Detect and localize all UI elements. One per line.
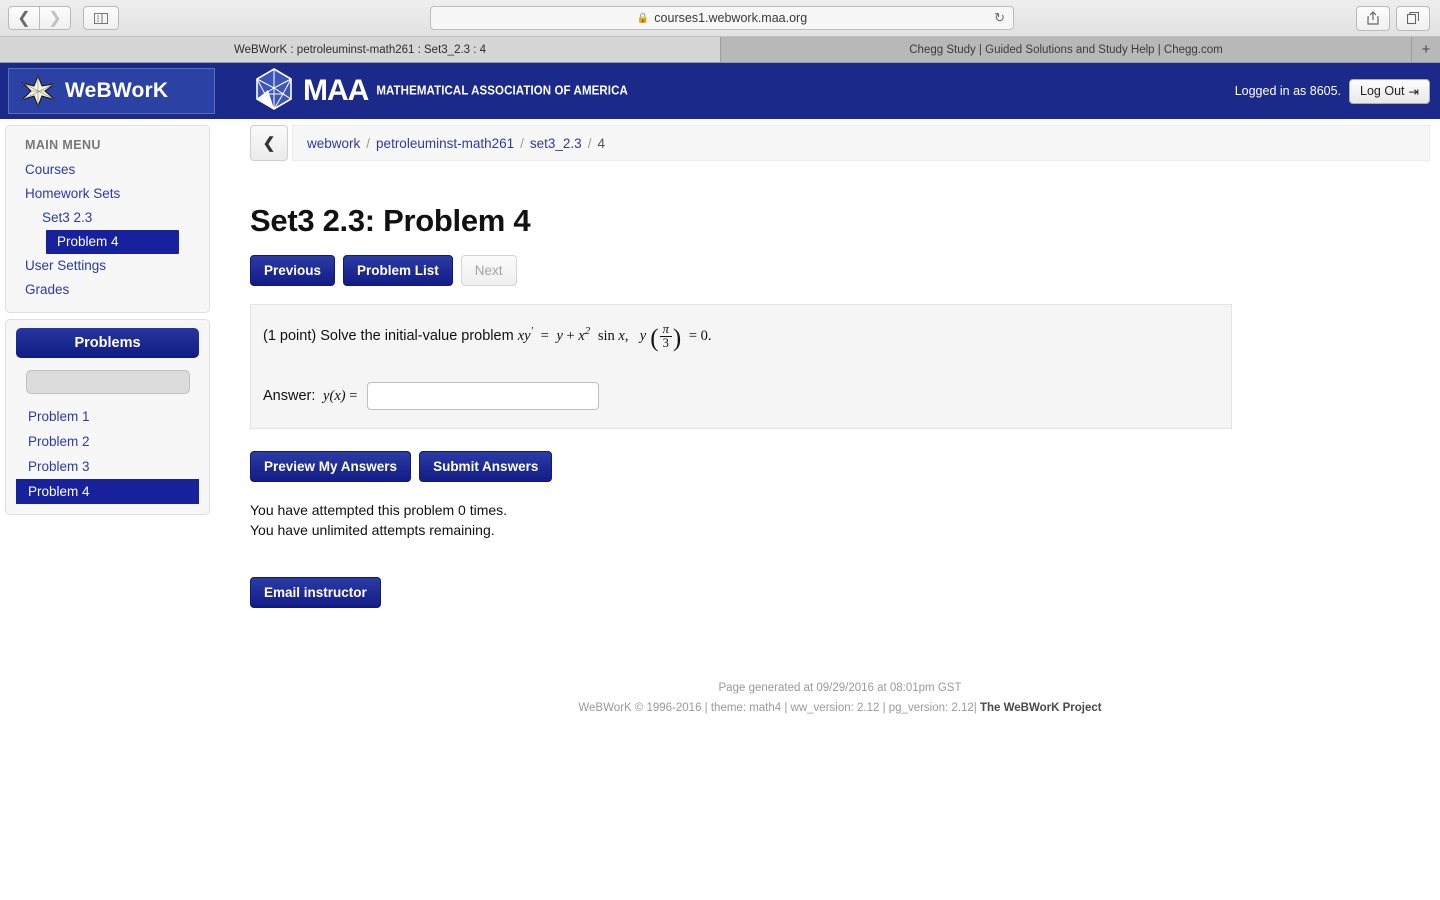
logout-arrow-icon: ⇥ xyxy=(1408,84,1419,99)
browser-tab-inactive[interactable]: Chegg Study | Guided Solutions and Study… xyxy=(721,37,1412,62)
webwork-star-icon xyxy=(19,74,57,108)
answer-label: Answer: y(x) = xyxy=(263,387,358,404)
problem-points: (1 point) xyxy=(263,328,317,344)
previous-button[interactable]: Previous xyxy=(250,255,336,286)
sidebar-item-problem-4[interactable]: Problem 4 xyxy=(46,230,179,254)
problem-statement: (1 point) Solve the initial-value proble… xyxy=(263,321,1231,356)
problem-list-button[interactable]: Problem List xyxy=(343,255,453,286)
new-tab-button[interactable]: + xyxy=(1412,37,1440,62)
problems-panel: Problems Problem 1 Problem 2 Problem 3 P… xyxy=(5,319,210,515)
problem-link-3[interactable]: Problem 3 xyxy=(6,454,209,479)
browser-tab-active[interactable]: WeBWorK : petroleuminst-math261 : Set3_2… xyxy=(0,37,721,62)
breadcrumb-item-problem: 4 xyxy=(597,135,605,151)
browser-toolbar: ❮ ❯ 🔒 courses1.webwork.maa.org ↻ xyxy=(0,0,1440,37)
breadcrumb-row: ❮ webwork / petroleuminst-math261 / set3… xyxy=(250,125,1430,161)
preview-answers-button[interactable]: Preview My Answers xyxy=(250,451,412,482)
submit-answers-button[interactable]: Submit Answers xyxy=(419,451,553,482)
problem-link-4[interactable]: Problem 4 xyxy=(16,479,199,504)
footer-project-link[interactable]: The WeBWorK Project xyxy=(980,702,1102,714)
answer-input[interactable] xyxy=(367,382,600,410)
breadcrumb-separator: / xyxy=(366,135,371,151)
forward-icon[interactable]: ❯ xyxy=(40,6,71,30)
answer-row: Answer: y(x) = xyxy=(263,382,1231,410)
maa-text: MAA xyxy=(303,74,369,107)
logout-button[interactable]: Log Out ⇥ xyxy=(1349,78,1430,104)
problems-panel-title: Problems xyxy=(16,328,199,358)
page-body: MAIN MENU Courses Homework Sets Set3 2.3… xyxy=(0,119,1440,714)
sidebar-item-set3-2-3[interactable]: Set3 2.3 xyxy=(6,206,209,230)
webwork-header: WeBWorK MAA MATHEMATICAL ASSOCIATION OF … xyxy=(0,63,1440,119)
breadcrumb-separator: / xyxy=(520,135,524,151)
back-icon[interactable]: ❮ xyxy=(8,6,40,30)
main-menu-panel: MAIN MENU Courses Homework Sets Set3 2.3… xyxy=(5,125,210,313)
maa-logo: MAA MATHEMATICAL ASSOCIATION OF AMERICA xyxy=(251,66,628,117)
problem-link-2[interactable]: Problem 2 xyxy=(6,429,209,454)
email-instructor-row: Email instructor xyxy=(250,576,1430,608)
url-text: courses1.webwork.maa.org xyxy=(654,11,808,25)
breadcrumb-item-course[interactable]: petroleuminst-math261 xyxy=(376,136,514,151)
show-tabs-icon[interactable] xyxy=(1396,5,1430,31)
answer-action-buttons: Preview My Answers Submit Answers xyxy=(250,451,1430,482)
lock-icon: 🔒 xyxy=(636,12,650,24)
breadcrumb-separator: / xyxy=(587,135,592,151)
main-menu-title: MAIN MENU xyxy=(25,138,101,152)
sidebar-item-courses[interactable]: Courses xyxy=(6,158,209,182)
footer-generated-text: Page generated at 09/29/2016 at 08:01pm … xyxy=(718,681,962,694)
email-instructor-button[interactable]: Email instructor xyxy=(250,576,381,608)
webwork-logo-text: WeBWorK xyxy=(65,79,169,102)
next-button: Next xyxy=(460,255,517,286)
breadcrumb: webwork / petroleuminst-math261 / set3_2… xyxy=(292,125,1430,161)
sidebar-item-homework-sets[interactable]: Homework Sets xyxy=(6,182,209,206)
answer-label-prefix: Answer: xyxy=(263,387,316,404)
sidebar-toggle-icon[interactable] xyxy=(83,6,119,30)
logged-in-label: Logged in as 8605. xyxy=(1234,84,1342,98)
problem-panel: (1 point) Solve the initial-value proble… xyxy=(250,304,1232,429)
footer-copyright-text: WeBWorK © 1996-2016 | theme: math4 | ww_… xyxy=(578,701,977,714)
logout-button-label: Log Out xyxy=(1360,84,1405,98)
problem-prompt: Solve the initial-value problem xyxy=(320,328,514,344)
maa-polyhedron-icon xyxy=(251,66,297,117)
attempts-remaining-text: You have unlimited attempts remaining. xyxy=(250,522,495,539)
tab-bar: WeBWorK : petroleuminst-math261 : Set3_2… xyxy=(0,37,1440,63)
main-content: ❮ webwork / petroleuminst-math261 / set3… xyxy=(218,119,1440,714)
attempts-count-text: You have attempted this problem 0 times. xyxy=(250,502,508,518)
reload-icon[interactable]: ↻ xyxy=(994,10,1005,26)
footer: Page generated at 09/29/2016 at 08:01pm … xyxy=(250,682,1430,714)
breadcrumb-item-webwork[interactable]: webwork xyxy=(307,136,360,151)
problem-jump-input[interactable] xyxy=(25,370,190,394)
problem-equation: xy′ = y + x2 sin x, y (π 3) = 0. xyxy=(517,321,712,352)
url-bar[interactable]: 🔒 courses1.webwork.maa.org ↻ xyxy=(430,6,1014,30)
breadcrumb-back-icon[interactable]: ❮ xyxy=(250,125,288,161)
footer-copyright: WeBWorK © 1996-2016 | theme: math4 | ww_… xyxy=(250,702,1430,714)
toolbar-right-group xyxy=(1350,5,1430,31)
breadcrumb-item-set[interactable]: set3_2.3 xyxy=(530,136,582,151)
sidebar: MAIN MENU Courses Homework Sets Set3 2.3… xyxy=(0,119,218,515)
problem-nav-buttons: Previous Problem List Next xyxy=(250,255,1430,286)
maa-subtitle: MATHEMATICAL ASSOCIATION OF AMERICA xyxy=(376,84,628,98)
browser-nav-group: ❮ ❯ xyxy=(8,6,71,30)
page-title: Set3 2.3: Problem 4 xyxy=(250,203,531,238)
login-area: Logged in as 8605. Log Out ⇥ xyxy=(1234,78,1430,104)
sidebar-item-user-settings[interactable]: User Settings xyxy=(6,254,209,278)
webwork-logo[interactable]: WeBWorK xyxy=(8,68,215,114)
problem-link-1[interactable]: Problem 1 xyxy=(6,404,209,429)
sidebar-item-grades[interactable]: Grades xyxy=(6,278,209,302)
share-icon[interactable] xyxy=(1356,5,1390,31)
